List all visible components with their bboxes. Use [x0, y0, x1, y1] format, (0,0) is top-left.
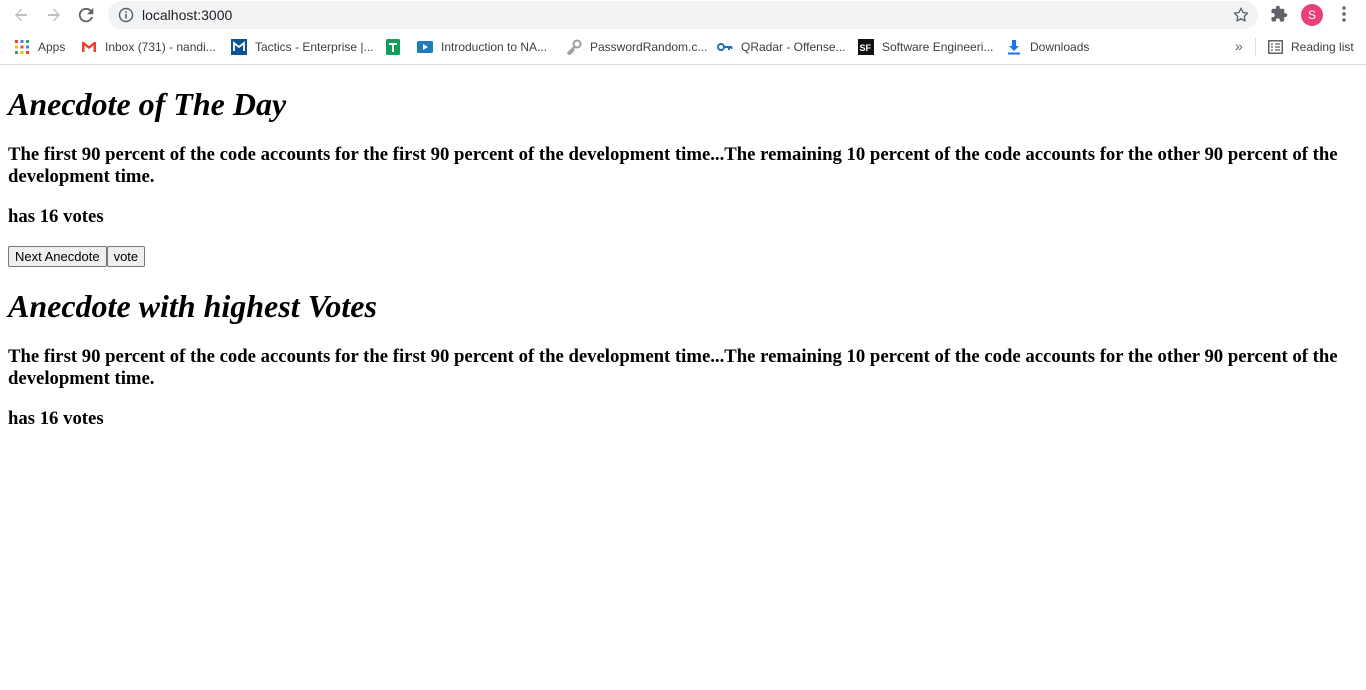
bookmark-tactics[interactable]: Tactics - Enterprise |...: [231, 38, 373, 56]
bookmark-passwordrandom[interactable]: PasswordRandom.c...: [566, 38, 707, 56]
anecdote-of-day-text: The first 90 percent of the code account…: [8, 144, 1338, 187]
bookmark-apps[interactable]: Apps: [14, 38, 65, 56]
forward-arrow-icon: [48, 8, 60, 22]
svg-text:SF: SF: [860, 43, 872, 53]
kebab-menu-icon[interactable]: [1336, 5, 1352, 28]
gmail-icon: [81, 39, 97, 55]
bookmarks-divider: [1255, 38, 1256, 56]
anecdote-of-day-votes: has 16 votes: [8, 206, 104, 227]
qradar-key-icon: [717, 39, 733, 55]
address-bar[interactable]: localhost:3000: [108, 1, 1258, 29]
highest-votes-count: has 16 votes: [8, 408, 104, 429]
bookmarks-overflow-chevron[interactable]: »: [1235, 38, 1243, 54]
action-buttons: Next Anecdote vote: [8, 246, 1358, 267]
profile-avatar[interactable]: S: [1301, 4, 1323, 26]
highest-votes-heading: Anecdote with highest Votes: [8, 288, 377, 324]
bookmark-label: Downloads: [1030, 40, 1090, 54]
back-arrow-icon: [15, 8, 27, 22]
forward-button[interactable]: [42, 3, 66, 27]
bookmark-label: Inbox (731) - nandi...: [105, 40, 216, 54]
bookmark-label: QRadar - Offense...: [741, 40, 846, 54]
key-icon: [566, 39, 582, 55]
bookmark-label: Introduction to NA...: [441, 40, 548, 54]
bookmark-introduction[interactable]: Introduction to NA...: [417, 38, 547, 56]
bookmark-sheets[interactable]: [385, 38, 409, 56]
vote-button[interactable]: vote: [106, 246, 146, 267]
next-anecdote-button[interactable]: Next Anecdote: [8, 246, 107, 267]
anecdote-of-day-heading: Anecdote of The Day: [8, 86, 287, 122]
sf-icon: SF: [858, 39, 874, 55]
highest-votes-anecdote-text: The first 90 percent of the code account…: [8, 346, 1338, 389]
reload-icon: [78, 7, 94, 23]
mitre-icon: [231, 39, 247, 55]
reload-button[interactable]: [74, 3, 98, 27]
bookmark-label: Tactics - Enterprise |...: [255, 40, 374, 54]
reading-list-label: Reading list: [1291, 40, 1354, 54]
bookmark-label: Apps: [38, 40, 66, 54]
bookmark-software-engineering[interactable]: SF Software Engineeri...: [858, 38, 993, 56]
sheets-icon: [385, 39, 401, 55]
download-icon: [1006, 39, 1022, 55]
site-info-icon[interactable]: [118, 7, 134, 28]
reading-list-button[interactable]: Reading list: [1267, 38, 1354, 56]
bookmark-downloads[interactable]: Downloads: [1006, 38, 1089, 56]
bookmark-label: PasswordRandom.c...: [590, 40, 708, 54]
back-button[interactable]: [9, 3, 33, 27]
page-content: Anecdote of The Day The first 90 percent…: [8, 65, 1358, 448]
reading-list-icon: [1267, 39, 1283, 55]
video-icon: [417, 39, 433, 55]
bookmark-gmail-inbox[interactable]: Inbox (731) - nandi...: [81, 38, 216, 56]
url-text[interactable]: localhost:3000: [142, 7, 232, 23]
apps-grid-icon: [14, 39, 30, 55]
bookmark-label: Software Engineeri...: [882, 40, 994, 54]
extensions-puzzle-icon[interactable]: [1270, 5, 1288, 28]
bookmark-star-icon[interactable]: [1232, 6, 1250, 29]
browser-toolbar: localhost:3000 S: [0, 0, 1366, 30]
bookmark-qradar[interactable]: QRadar - Offense...: [717, 38, 846, 56]
